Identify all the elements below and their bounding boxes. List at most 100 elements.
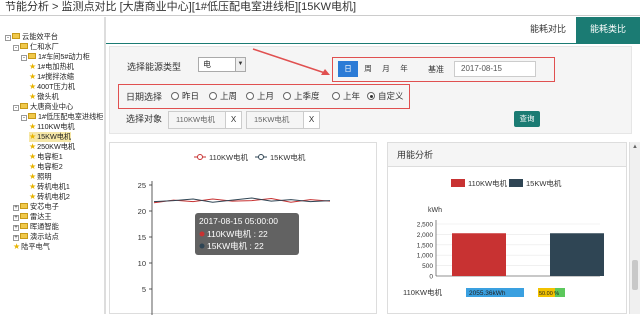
tree-node[interactable]: + 演示站点 (13, 232, 59, 242)
y-tick-label: 0 (429, 274, 433, 281)
tree-node[interactable]: + 安芯电子 (13, 202, 59, 212)
y-tick-label: 20 (138, 207, 146, 216)
collapse-icon[interactable]: - (5, 35, 11, 41)
date-select-label: 日期选择 (126, 92, 163, 102)
period-month-button[interactable]: 月 (377, 61, 395, 77)
object-chip-label: 15KW电机 (254, 115, 290, 124)
tree-node-label: 1#低压配电室进线柜 (38, 112, 103, 121)
expand-icon[interactable]: + (13, 235, 19, 241)
star-icon: ★ (29, 82, 37, 91)
legend-label: 15KW电机 (526, 178, 562, 188)
date-option-last-month[interactable]: 上月 (246, 90, 274, 102)
collapse-icon[interactable]: - (21, 55, 27, 61)
energy-type-select[interactable]: 电 ▼ (198, 57, 246, 72)
page-title: 节能分析 > 监测点对比 [大唐商业中心][1#低压配电室进线柜][15KW电机… (0, 0, 640, 16)
folder-icon (20, 43, 28, 49)
collapse-icon[interactable]: - (21, 115, 27, 121)
legend-label: 110KW电机 (468, 178, 508, 188)
radio-icon[interactable] (283, 92, 291, 100)
unit-label: kWh (428, 207, 442, 214)
tree-node[interactable]: ★250KW电机 (29, 142, 75, 152)
radio-icon[interactable] (332, 92, 340, 100)
tree-node[interactable]: - 仁和水厂 (13, 42, 59, 52)
remove-object-button[interactable]: X (303, 112, 319, 128)
tree-node[interactable]: ★陆平电气 (13, 242, 50, 252)
tooltip-title: 2017-08-15 05:00:00 (199, 216, 278, 226)
tree-node[interactable]: ★电容柜2 (29, 162, 63, 172)
period-day-button[interactable]: 日 (338, 61, 358, 77)
tree-node[interactable]: ★镦头机 (29, 92, 59, 102)
tree-node[interactable]: - 大唐商业中心 (13, 102, 73, 112)
remove-object-button[interactable]: X (225, 112, 241, 128)
tab-energy-compare[interactable]: 能耗对比 (518, 17, 578, 43)
date-option-custom[interactable]: 自定义 (367, 90, 404, 102)
star-icon: ★ (29, 92, 37, 101)
date-option-last-year[interactable]: 上年 (332, 90, 360, 102)
chevron-down-icon[interactable]: ▼ (235, 58, 245, 71)
radio-selected-icon[interactable] (367, 92, 375, 100)
base-date-label: 基准 (428, 65, 444, 74)
date-option-last-quarter[interactable]: 上季度 (283, 90, 320, 102)
radio-icon[interactable] (246, 92, 254, 100)
tooltip-row: 15KW电机 : 22 (207, 241, 264, 251)
star-icon: ★ (29, 162, 37, 171)
sidebar-divider[interactable] (104, 17, 106, 314)
radio-icon[interactable] (171, 92, 179, 100)
tab-energy-analogy[interactable]: 能耗类比 (576, 17, 640, 43)
legend-marker (197, 154, 203, 160)
tree-node[interactable]: ★400T压力机 (29, 82, 75, 92)
tree-node-label: 1#搅拌浓缩 (37, 72, 74, 81)
tree-node[interactable]: ★砖机电机2 (29, 192, 70, 202)
scroll-up-icon[interactable]: ▲ (632, 144, 638, 150)
date-option-yesterday[interactable]: 昨日 (171, 90, 199, 102)
tree-node[interactable]: + 雷达王 (13, 212, 52, 222)
collapse-icon[interactable]: - (13, 45, 19, 51)
expand-icon[interactable]: + (13, 205, 19, 211)
date-option-last-week[interactable]: 上周 (209, 90, 237, 102)
period-year-button[interactable]: 年 (395, 61, 413, 77)
star-icon: ★ (29, 142, 37, 151)
tree-node[interactable]: + 晖通智能 (13, 222, 59, 232)
tree-node[interactable]: ★照明 (29, 172, 52, 182)
bar (452, 233, 506, 276)
folder-icon (20, 233, 28, 239)
tree-node[interactable]: - 1#车间5#动力柜 (21, 52, 90, 62)
query-button[interactable]: 查询 (514, 111, 540, 127)
energy-type-label: 选择能源类型 (127, 62, 182, 72)
period-week-button[interactable]: 周 (359, 61, 377, 77)
tree-node[interactable]: ★15KW电机 (29, 132, 72, 142)
tree-node[interactable]: - 1#低压配电室进线柜 (21, 112, 103, 122)
tree-node-label: 云能效平台 (22, 32, 58, 41)
page-scrollbar[interactable]: ▲ (629, 142, 640, 314)
expand-icon[interactable]: + (13, 225, 19, 231)
site-tree: - 云能效平台 - 仁和水厂 -1#车间5#动力柜 ★1#电加热机 ★1#搅拌浓缩 ★400T… (0, 32, 103, 314)
legend-label: 110KW电机 (209, 152, 249, 162)
collapse-icon[interactable]: - (13, 105, 19, 111)
tree-node[interactable]: - 云能效平台 (5, 32, 58, 42)
usage-panel-title: 用能分析 (388, 143, 626, 167)
y-tick-label: 5 (142, 285, 146, 294)
star-icon: ★ (13, 242, 21, 251)
radio-label: 上月 (257, 91, 275, 101)
radio-label: 上季度 (294, 91, 320, 101)
tree-node[interactable]: ★1#电加热机 (29, 62, 74, 72)
tree-node-label: 砖机电机2 (37, 192, 70, 201)
tree-node[interactable]: ★电容柜1 (29, 152, 63, 162)
expand-icon[interactable]: + (13, 215, 19, 221)
star-icon: ★ (29, 172, 37, 181)
y-tick-label: 2,000 (417, 232, 434, 239)
tree-node-label: 演示站点 (30, 232, 59, 241)
folder-icon (20, 103, 28, 109)
scrollbar-thumb[interactable] (632, 260, 638, 290)
radio-label: 昨日 (182, 91, 200, 101)
tree-node-label: 镦头机 (37, 92, 59, 101)
star-icon: ★ (29, 72, 37, 81)
radio-icon[interactable] (209, 92, 217, 100)
tree-node[interactable]: ★110KW电机 (29, 122, 75, 132)
object-chip-label: 110KW电机 (176, 115, 216, 124)
tree-node[interactable]: ★1#搅拌浓缩 (29, 72, 74, 82)
y-tick-label: 10 (138, 259, 146, 268)
usage-value-text: 2055.36kWh (469, 290, 506, 297)
base-date-input[interactable]: 2017-08-15 (454, 61, 536, 77)
tree-node[interactable]: ★砖机电机1 (29, 182, 70, 192)
